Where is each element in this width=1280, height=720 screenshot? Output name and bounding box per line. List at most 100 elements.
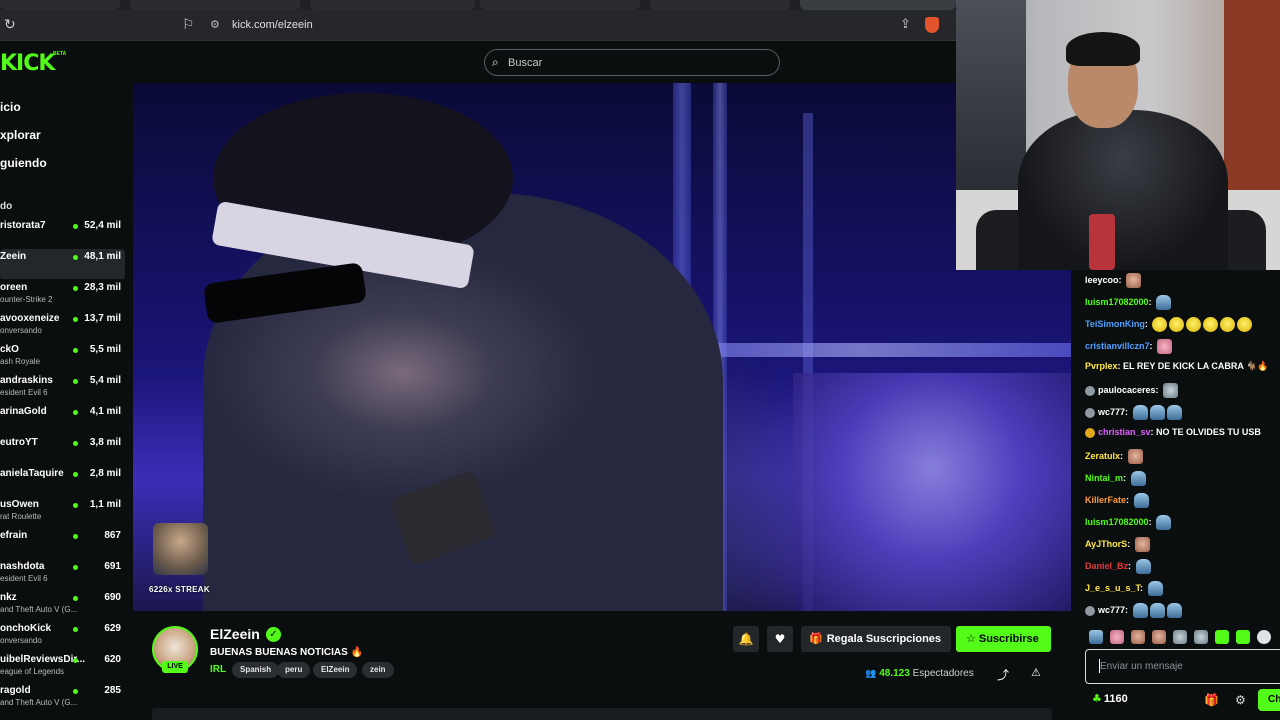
kick-stream-page: ↻ ⚐ ⚙ kick.com/elzeein ⇪ KICK BETA ⌕ Bus… <box>0 0 1280 720</box>
sidebar-channel[interactable]: ristorata7 52,4 mil <box>0 218 125 248</box>
gift-icon[interactable]: 🎁 <box>1204 693 1219 707</box>
browser-tab-active[interactable] <box>800 0 956 10</box>
sidebar-channel[interactable]: uibelReviewsDir... eague of Legends 620 <box>0 652 125 682</box>
viewer-count: 👥 48.123 Espectadores <box>865 668 974 679</box>
chat-username[interactable]: christian_sv <box>1098 427 1151 437</box>
tag-zein[interactable]: zein <box>362 662 394 678</box>
streamer-name[interactable]: ElZeein <box>210 626 260 642</box>
notification-bell-icon[interactable]: 🔔 <box>733 626 759 652</box>
share-icon[interactable]: ⤴ <box>997 666 1009 683</box>
browser-tab[interactable] <box>480 0 640 10</box>
nav-home[interactable]: icio <box>0 100 21 114</box>
sidebar-channel[interactable]: anielaTaquire 2,8 mil <box>0 466 125 496</box>
sidebar-channel[interactable]: nkz and Theft Auto V (G... 690 <box>0 590 125 620</box>
sidebar-channel[interactable]: andraskins esident Evil 6 5,4 mil <box>0 373 125 403</box>
browser-tab-strip <box>0 0 956 10</box>
sidebar-channel[interactable]: oreen ounter-Strike 2 28,3 mil <box>0 280 125 310</box>
sidebar-channel[interactable]: nashdota esident Evil 6 691 <box>0 559 125 589</box>
chat-emote <box>1152 317 1168 332</box>
chat-text: EL REY DE KICK LA CABRA 🐐🔥 <box>1123 361 1269 371</box>
follow-heart-icon[interactable]: ♥ <box>767 626 793 652</box>
chat-separator: : <box>1149 340 1156 351</box>
chat-username[interactable]: Zeratulx <box>1085 451 1120 461</box>
chat-username[interactable]: cristianvillczn7 <box>1085 341 1150 351</box>
chat-username[interactable]: wc777 <box>1098 605 1125 615</box>
live-dot-icon <box>73 379 78 384</box>
search-input[interactable]: ⌕ Buscar <box>484 49 780 76</box>
chat-badge-icon <box>1085 385 1095 396</box>
chat-username[interactable]: luism17082000 <box>1085 297 1149 307</box>
emote-button[interactable] <box>1173 630 1187 644</box>
reload-icon[interactable]: ↻ <box>4 17 20 33</box>
share-page-icon[interactable]: ⇪ <box>900 17 914 33</box>
sidebar-channel[interactable]: ragold and Theft Auto V (G... 285 <box>0 683 125 713</box>
chat-message: christian_sv: NO TE OLVIDES TU USB <box>1085 427 1261 438</box>
chat-username[interactable]: wc777 <box>1098 407 1125 417</box>
emote-button[interactable] <box>1089 630 1103 644</box>
chat-emote <box>1156 515 1172 530</box>
sidebar-channel[interactable]: onchoKick onversando 629 <box>0 621 125 651</box>
stream-title: BUENAS BUENAS NOTICIAS 🔥 <box>210 647 364 658</box>
chat-username[interactable]: Nintai_m <box>1085 473 1123 483</box>
chat-input-placeholder: Enviar un mensaje <box>1100 661 1183 672</box>
nav-following[interactable]: guiendo <box>0 156 47 170</box>
chat-message-input[interactable]: Enviar un mensaje <box>1085 649 1280 684</box>
chat-username[interactable]: Pvrplex <box>1085 361 1118 371</box>
tag-elzeein[interactable]: ElZeein <box>313 662 358 678</box>
report-icon[interactable]: ⚠ <box>1031 666 1041 679</box>
sidebar-channel[interactable]: efrain 867 <box>0 528 125 558</box>
browser-tab[interactable] <box>130 0 300 10</box>
channel-viewers: 5,5 mil <box>89 344 121 355</box>
nav-explore[interactable]: xplorar <box>0 128 41 142</box>
url-field[interactable]: kick.com/elzeein <box>232 19 313 31</box>
tag-spanish[interactable]: Spanish <box>232 662 280 678</box>
chat-username[interactable]: luism17082000 <box>1085 517 1149 527</box>
chat-separator: : <box>1128 560 1134 571</box>
chat-separator: : <box>1126 494 1132 505</box>
chat-username[interactable]: KillerFate <box>1085 495 1126 505</box>
channel-viewers: 5,4 mil <box>89 375 121 386</box>
sidebar-channel[interactable]: usOwen rat Roulette 1,1 mil <box>0 497 125 527</box>
chat-username[interactable]: TeiSimonKing <box>1085 319 1145 329</box>
sidebar-channel[interactable]: avooxeneize onversando 13,7 mil <box>0 311 125 341</box>
emote-button[interactable] <box>1194 630 1208 644</box>
emote-button[interactable] <box>1257 630 1271 644</box>
chat-settings-icon[interactable]: ⚙ <box>1235 693 1246 707</box>
chat-username[interactable]: leeycoo <box>1085 275 1119 285</box>
browser-tab[interactable] <box>0 0 120 10</box>
chat-username[interactable]: J_e_s_u_s_T <box>1085 583 1140 593</box>
live-dot-icon <box>73 317 78 322</box>
browser-tab[interactable] <box>650 0 790 10</box>
channel-category: ounter-Strike 2 <box>0 295 53 304</box>
chat-message: luism17082000: <box>1085 515 1172 530</box>
kick-logo[interactable]: KICK <box>0 51 55 76</box>
gift-subscriptions-button[interactable]: 🎁 Regala Suscripciones <box>801 626 951 652</box>
emote-button[interactable] <box>1110 630 1124 644</box>
emote-button[interactable] <box>1131 630 1145 644</box>
emote-button[interactable] <box>1215 630 1229 644</box>
brave-shield-icon[interactable] <box>925 17 939 33</box>
emote-button[interactable] <box>1236 630 1250 644</box>
site-info-icon[interactable]: ⚙ <box>210 18 224 32</box>
tag-peru[interactable]: peru <box>277 662 311 678</box>
sidebar-channel[interactable]: arinaGold 4,1 mil <box>0 404 125 434</box>
stream-category[interactable]: IRL <box>210 664 226 675</box>
chat-username[interactable]: Daniel_Bz <box>1085 561 1128 571</box>
chat-message: luism17082000: <box>1085 295 1172 310</box>
chat-send-button[interactable]: Ch <box>1258 689 1280 711</box>
chat-username[interactable]: AyJThorS <box>1085 539 1127 549</box>
subscribe-button[interactable]: ☆ Suscribirse <box>956 626 1051 652</box>
video-player[interactable]: 6226x STREAK <box>133 83 1071 611</box>
chat-username[interactable]: paulocaceres <box>1098 385 1156 395</box>
sidebar-channel[interactable]: Zeein 48,1 mil <box>0 249 125 279</box>
sidebar-channel[interactable]: eutroYT 3,8 mil <box>0 435 125 465</box>
chat-emote <box>1133 493 1149 508</box>
channel-points[interactable]: ♣ 1160 <box>1092 692 1128 705</box>
sidebar-channel[interactable]: ckO ash Royale 5,5 mil <box>0 342 125 372</box>
channel-category: onversando <box>0 636 42 645</box>
browser-tab[interactable] <box>310 0 475 10</box>
bookmark-icon[interactable]: ⚐ <box>182 17 196 33</box>
chat-emote-bar <box>1087 628 1280 648</box>
emote-button[interactable] <box>1152 630 1166 644</box>
chat-badge-icon <box>1085 407 1095 418</box>
